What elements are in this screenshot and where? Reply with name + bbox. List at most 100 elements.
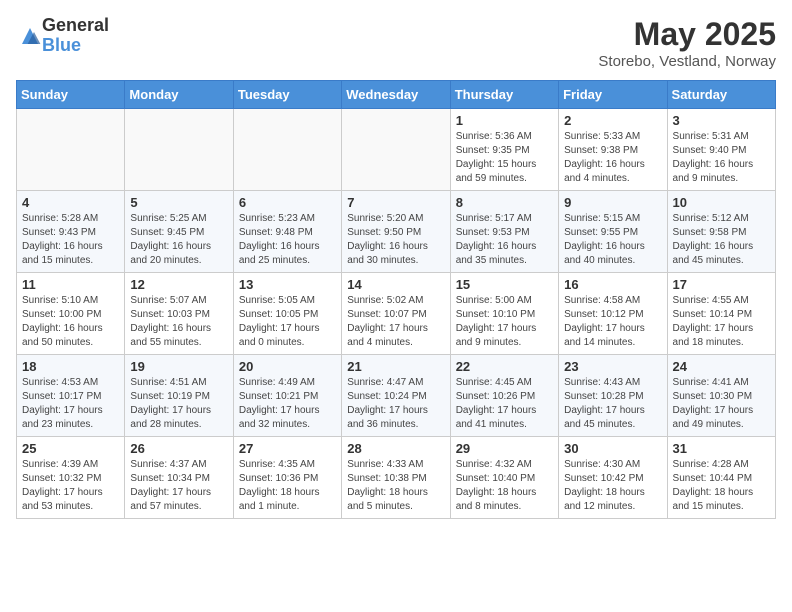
day-info: Sunrise: 5:05 AM Sunset: 10:05 PM Daylig…	[239, 294, 336, 350]
day-info: Sunrise: 4:39 AM Sunset: 10:32 PM Daylig…	[22, 458, 119, 514]
day-number: 30	[564, 441, 661, 456]
day-info: Sunrise: 5:02 AM Sunset: 10:07 PM Daylig…	[347, 294, 444, 350]
logo: General Blue	[16, 16, 109, 56]
day-info: Sunrise: 5:28 AM Sunset: 9:43 PM Dayligh…	[22, 212, 119, 268]
day-number: 19	[130, 359, 227, 374]
day-number: 25	[22, 441, 119, 456]
day-number: 3	[673, 113, 770, 128]
calendar-cell-w5-d2: 26Sunrise: 4:37 AM Sunset: 10:34 PM Dayl…	[125, 437, 233, 519]
day-info: Sunrise: 5:12 AM Sunset: 9:58 PM Dayligh…	[673, 212, 770, 268]
day-number: 14	[347, 277, 444, 292]
day-info: Sunrise: 4:30 AM Sunset: 10:42 PM Daylig…	[564, 458, 661, 514]
calendar-cell-w5-d3: 27 Sunrise: 4:35 AM Sunset: 10:36 PM Dayl…	[233, 437, 341, 519]
calendar-week-1: 1 Sunrise: 5:36 AM Sunset: 9:35 PM Daylig…	[17, 109, 776, 191]
day-number: 6	[239, 195, 336, 210]
day-number: 31	[673, 441, 770, 456]
day-info: Sunrise: 5:15 AM Sunset: 9:55 PM Dayligh…	[564, 212, 661, 268]
day-info: Sunrise: 4:55 AM Sunset: 10:14 PM Daylig…	[673, 294, 770, 350]
day-number: 1	[456, 113, 553, 128]
day-number: 13	[239, 277, 336, 292]
calendar-cell-w4-d1: 18Sunrise: 4:53 AM Sunset: 10:17 PM Dayl…	[17, 355, 125, 437]
day-info: Sunrise: 4:32 AM Sunset: 10:40 PM Daylig…	[456, 458, 553, 514]
day-number: 10	[673, 195, 770, 210]
day-number: 27	[239, 441, 336, 456]
day-info: Sunrise: 4:49 AM Sunset: 10:21 PM Daylig…	[239, 376, 336, 432]
day-number: 23	[564, 359, 661, 374]
calendar-cell-w5-d7: 31Sunrise: 4:28 AM Sunset: 10:44 PM Dayl…	[667, 437, 775, 519]
calendar-cell-w3-d5: 15 Sunrise: 5:00 AM Sunset: 10:10 PM Dayl…	[450, 273, 558, 355]
day-number: 15	[456, 277, 553, 292]
day-info: Sunrise: 4:51 AM Sunset: 10:19 PM Daylig…	[130, 376, 227, 432]
calendar-cell-w5-d5: 29 Sunrise: 4:32 AM Sunset: 10:40 PM Dayl…	[450, 437, 558, 519]
calendar-header-row: Sunday Monday Tuesday Wednesday Thursday…	[17, 81, 776, 109]
day-number: 7	[347, 195, 444, 210]
calendar-week-5: 25 Sunrise: 4:39 AM Sunset: 10:32 PM Dayl…	[17, 437, 776, 519]
day-number: 28	[347, 441, 444, 456]
day-info: Sunrise: 5:00 AM Sunset: 10:10 PM Daylig…	[456, 294, 553, 350]
calendar-cell-w1-d5: 1 Sunrise: 5:36 AM Sunset: 9:35 PM Daylig…	[450, 109, 558, 191]
day-info: Sunrise: 5:17 AM Sunset: 9:53 PM Dayligh…	[456, 212, 553, 268]
day-number: 29	[456, 441, 553, 456]
calendar-cell-w2-d5: 8 Sunrise: 5:17 AM Sunset: 9:53 PM Daylig…	[450, 191, 558, 273]
calendar-week-2: 4 Sunrise: 5:28 AM Sunset: 9:43 PM Daylig…	[17, 191, 776, 273]
col-monday: Monday	[125, 81, 233, 109]
day-number: 4	[22, 195, 119, 210]
title-block: May 2025 Storebo, Vestland, Norway	[598, 16, 776, 70]
calendar-cell-w3-d6: 16Sunrise: 4:58 AM Sunset: 10:12 PM Dayl…	[559, 273, 667, 355]
day-number: 17	[673, 277, 770, 292]
calendar-week-3: 11 Sunrise: 5:10 AM Sunset: 10:00 PM Dayl…	[17, 273, 776, 355]
calendar-week-4: 18Sunrise: 4:53 AM Sunset: 10:17 PM Dayl…	[17, 355, 776, 437]
calendar-cell-w4-d2: 19 Sunrise: 4:51 AM Sunset: 10:19 PM Dayl…	[125, 355, 233, 437]
day-info: Sunrise: 5:31 AM Sunset: 9:40 PM Dayligh…	[673, 130, 770, 186]
calendar-cell-w1-d2	[125, 109, 233, 191]
day-number: 8	[456, 195, 553, 210]
day-number: 21	[347, 359, 444, 374]
day-number: 20	[239, 359, 336, 374]
calendar-cell-w4-d6: 23 Sunrise: 4:43 AM Sunset: 10:28 PM Dayl…	[559, 355, 667, 437]
col-wednesday: Wednesday	[342, 81, 450, 109]
day-info: Sunrise: 4:33 AM Sunset: 10:38 PM Daylig…	[347, 458, 444, 514]
day-info: Sunrise: 4:58 AM Sunset: 10:12 PM Daylig…	[564, 294, 661, 350]
col-sunday: Sunday	[17, 81, 125, 109]
calendar-cell-w2-d6: 9 Sunrise: 5:15 AM Sunset: 9:55 PM Daylig…	[559, 191, 667, 273]
calendar-cell-w2-d1: 4 Sunrise: 5:28 AM Sunset: 9:43 PM Daylig…	[17, 191, 125, 273]
day-info: Sunrise: 5:20 AM Sunset: 9:50 PM Dayligh…	[347, 212, 444, 268]
col-friday: Friday	[559, 81, 667, 109]
day-info: Sunrise: 4:35 AM Sunset: 10:36 PM Daylig…	[239, 458, 336, 514]
day-number: 9	[564, 195, 661, 210]
calendar-cell-w1-d7: 3 Sunrise: 5:31 AM Sunset: 9:40 PM Daylig…	[667, 109, 775, 191]
calendar-cell-w3-d4: 14 Sunrise: 5:02 AM Sunset: 10:07 PM Dayl…	[342, 273, 450, 355]
day-info: Sunrise: 5:36 AM Sunset: 9:35 PM Dayligh…	[456, 130, 553, 186]
calendar-cell-w2-d3: 6 Sunrise: 5:23 AM Sunset: 9:48 PM Daylig…	[233, 191, 341, 273]
day-number: 12	[130, 277, 227, 292]
day-info: Sunrise: 4:45 AM Sunset: 10:26 PM Daylig…	[456, 376, 553, 432]
calendar-cell-w3-d2: 12 Sunrise: 5:07 AM Sunset: 10:03 PM Dayl…	[125, 273, 233, 355]
calendar-cell-w1-d4	[342, 109, 450, 191]
day-info: Sunrise: 5:33 AM Sunset: 9:38 PM Dayligh…	[564, 130, 661, 186]
day-info: Sunrise: 5:23 AM Sunset: 9:48 PM Dayligh…	[239, 212, 336, 268]
calendar-cell-w5-d6: 30 Sunrise: 4:30 AM Sunset: 10:42 PM Dayl…	[559, 437, 667, 519]
day-info: Sunrise: 4:43 AM Sunset: 10:28 PM Daylig…	[564, 376, 661, 432]
calendar-cell-w4-d5: 22 Sunrise: 4:45 AM Sunset: 10:26 PM Dayl…	[450, 355, 558, 437]
day-number: 11	[22, 277, 119, 292]
logo-general-text: General	[42, 16, 109, 36]
day-number: 24	[673, 359, 770, 374]
day-info: Sunrise: 5:07 AM Sunset: 10:03 PM Daylig…	[130, 294, 227, 350]
day-info: Sunrise: 4:41 AM Sunset: 10:30 PM Daylig…	[673, 376, 770, 432]
calendar-cell-w5-d1: 25 Sunrise: 4:39 AM Sunset: 10:32 PM Dayl…	[17, 437, 125, 519]
calendar-table: Sunday Monday Tuesday Wednesday Thursday…	[16, 80, 776, 519]
col-tuesday: Tuesday	[233, 81, 341, 109]
calendar-cell-w1-d1	[17, 109, 125, 191]
day-number: 22	[456, 359, 553, 374]
location: Storebo, Vestland, Norway	[598, 53, 776, 70]
calendar-cell-w4-d4: 21 Sunrise: 4:47 AM Sunset: 10:24 PM Dayl…	[342, 355, 450, 437]
day-info: Sunrise: 5:25 AM Sunset: 9:45 PM Dayligh…	[130, 212, 227, 268]
day-number: 18	[22, 359, 119, 374]
month-title: May 2025	[598, 16, 776, 53]
col-saturday: Saturday	[667, 81, 775, 109]
day-info: Sunrise: 4:47 AM Sunset: 10:24 PM Daylig…	[347, 376, 444, 432]
calendar-cell-w2-d4: 7 Sunrise: 5:20 AM Sunset: 9:50 PM Daylig…	[342, 191, 450, 273]
calendar-cell-w4-d3: 20 Sunrise: 4:49 AM Sunset: 10:21 PM Dayl…	[233, 355, 341, 437]
day-info: Sunrise: 5:10 AM Sunset: 10:00 PM Daylig…	[22, 294, 119, 350]
day-number: 26	[130, 441, 227, 456]
